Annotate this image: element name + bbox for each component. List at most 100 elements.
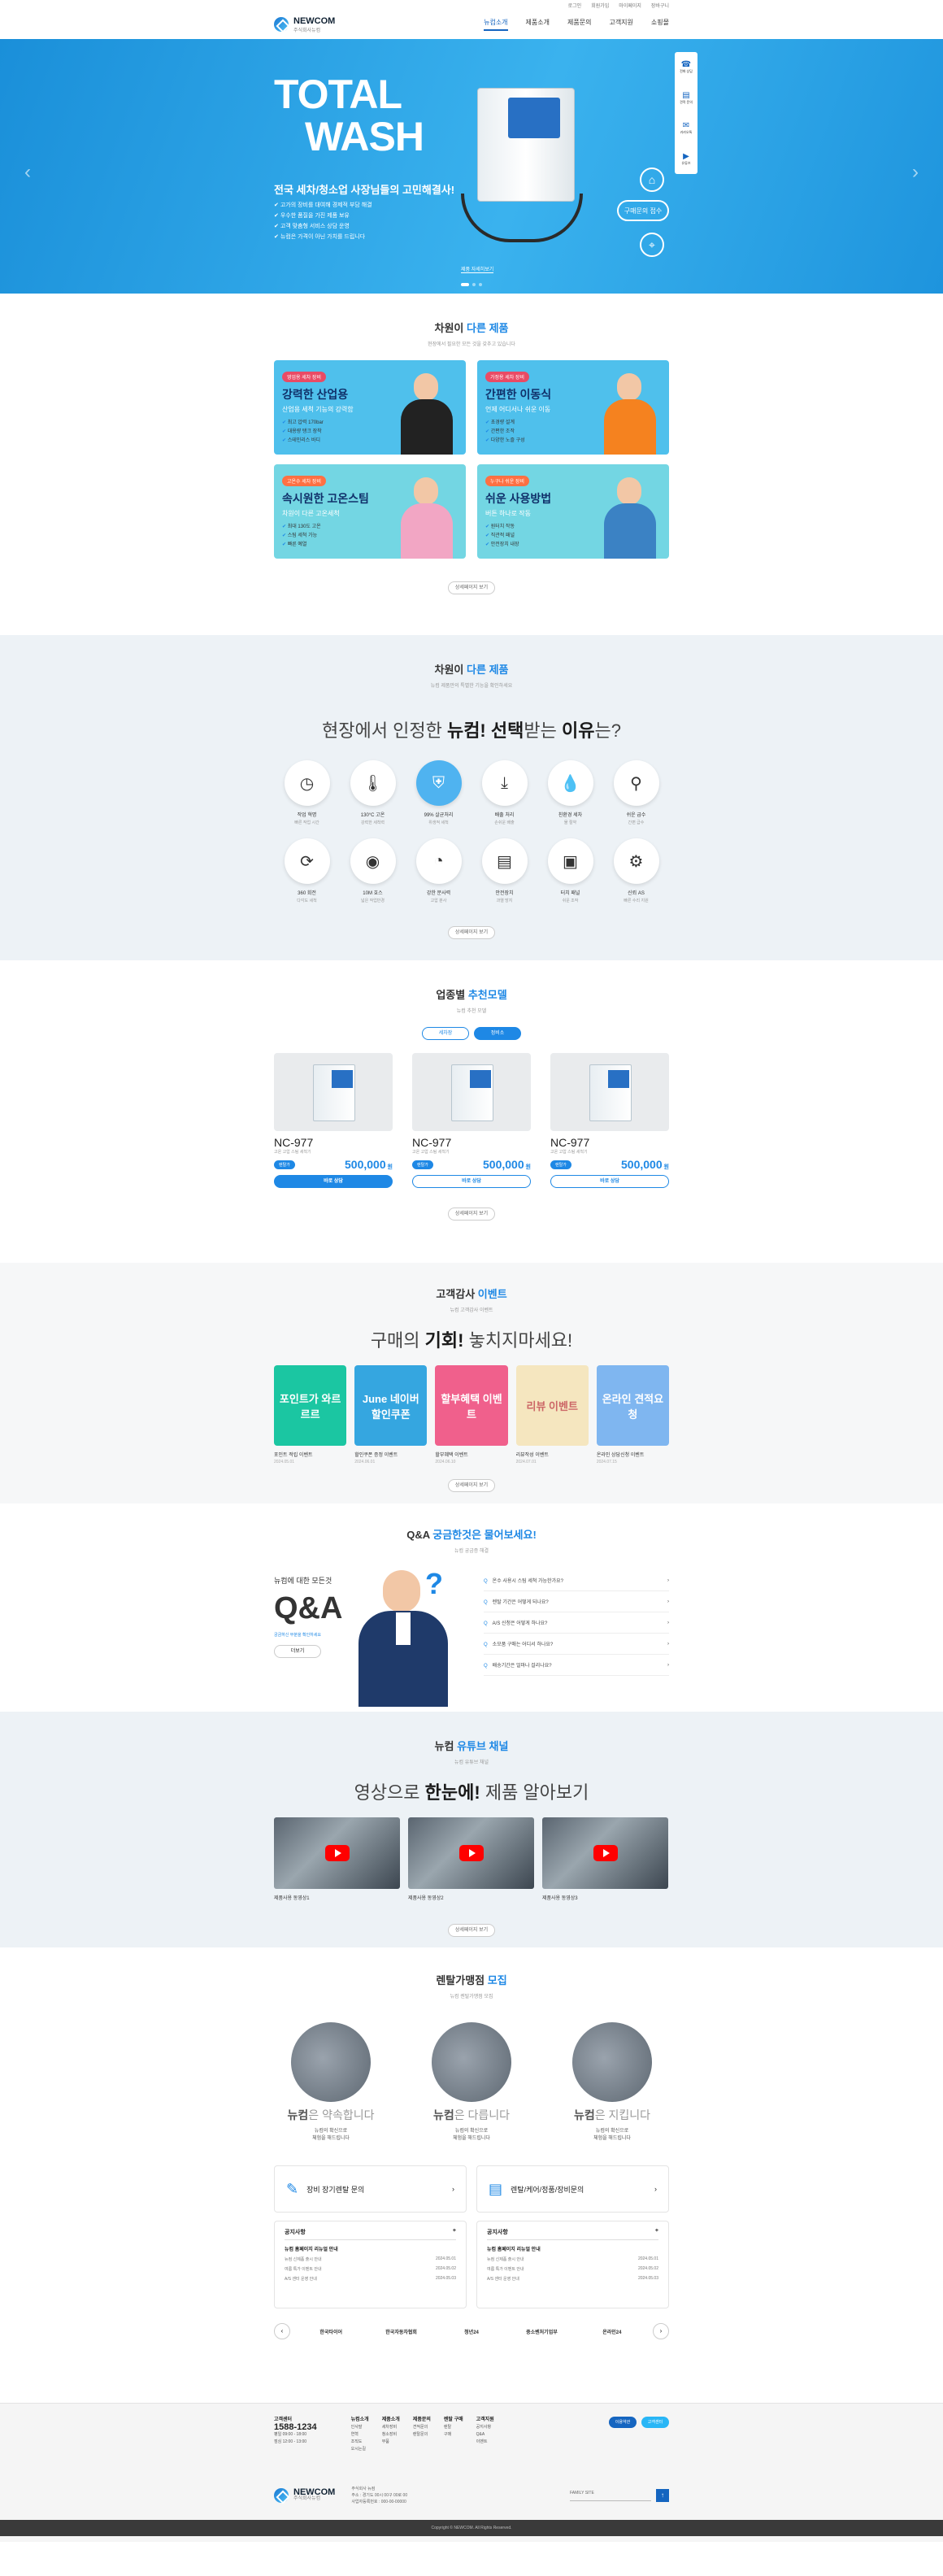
partner-logo[interactable]: 청년24 (439, 2321, 504, 2341)
home-icon[interactable]: ⌂ (640, 168, 664, 192)
notice-row[interactable]: 여름 특가 이벤트 안내 2024.05.02 (487, 2266, 658, 2272)
footer-link[interactable]: 렌탈 (444, 2424, 463, 2431)
footer-link[interactable]: 오시는길 (351, 2446, 369, 2453)
buy-inquiry-button[interactable]: 구매문의 접수 (617, 200, 669, 221)
qna-item[interactable]: Q 소모품 구매는 어디서 하나요? › (484, 1634, 669, 1655)
menu-item[interactable]: 제품소개 (526, 18, 550, 31)
play-icon[interactable] (325, 1845, 350, 1861)
qna-item[interactable]: Q A/S 신청은 어떻게 하나요? › (484, 1612, 669, 1634)
company-address: 주소 : 경기도 00시 00구 00로 00 (351, 2493, 408, 2498)
event-card[interactable]: June 네이버 할인쿠폰 할인쿠폰 증정 이벤트 2024.06.01 (354, 1365, 428, 1464)
consult-button[interactable]: 바로 상담 (274, 1175, 393, 1188)
plus-icon[interactable]: + (655, 2228, 658, 2236)
family-site-select[interactable]: FAMILY SITE (570, 2490, 651, 2501)
video-more-button[interactable]: 상세페이지 보기 (448, 1924, 495, 1937)
feature-desc: 간편 급수 (628, 820, 645, 825)
event-card[interactable]: 온라인 견적요청 온라인 상담신청 이벤트 2024.07.15 (596, 1365, 670, 1464)
qna-item[interactable]: Q 온수 사용시 스팀 세척 가능한가요? › (484, 1570, 669, 1591)
footer-col-title[interactable]: 제품문의 (413, 2417, 431, 2424)
footer-col-title[interactable]: 제품소개 (382, 2417, 400, 2424)
next-arrow-icon[interactable]: › (912, 161, 919, 184)
product-card[interactable]: 영업용 세차 장비강력한 산업용산업용 세척 기능의 강력함최고 압력 170b… (274, 360, 466, 455)
qna-item[interactable]: Q 렌탈 기간은 어떻게 되나요? › (484, 1591, 669, 1612)
play-icon[interactable] (593, 1845, 618, 1861)
partner-logo[interactable]: 중소벤처기업부 (509, 2321, 574, 2341)
footer-link[interactable]: 인사말 (351, 2424, 369, 2431)
util-link[interactable]: 마이페이지 (619, 2, 641, 9)
util-link[interactable]: 로그인 (568, 2, 582, 9)
recommend-tab[interactable]: 세차장 (422, 1027, 469, 1040)
footer-col-title[interactable]: 뉴컴소개 (351, 2417, 369, 2424)
util-link[interactable]: 회원가입 (591, 2, 609, 9)
prev-arrow-icon[interactable]: ‹ (24, 161, 31, 184)
slider-dots[interactable] (461, 283, 482, 286)
video-card[interactable]: 제품사용 동영상2 (408, 1817, 534, 1901)
quick-item[interactable]: ▶ 유튜브 (681, 152, 690, 166)
recommend-card[interactable]: NC-977 고온 고압 스팀 세척기 렌탈가 500,000 원 바로 상담 (412, 1053, 531, 1188)
partner-prev-icon[interactable]: ‹ (274, 2323, 290, 2339)
terms-button[interactable]: 이용약관 (609, 2417, 637, 2428)
product-card[interactable]: 누구나 쉬운 장비쉬운 사용방법버튼 하나로 작동원터치 작동직관적 패널안전장… (477, 464, 669, 559)
product-card[interactable]: 가정용 세차 장비간편한 이동식언제 어디서나 쉬운 이동초경량 설계간편한 조… (477, 360, 669, 455)
support-button[interactable]: 고객센터 (641, 2417, 669, 2428)
qna-item[interactable]: Q 배송기간은 얼마나 걸리나요? › (484, 1655, 669, 1676)
events-more-button[interactable]: 상세페이지 보기 (448, 1479, 495, 1492)
footer-link[interactable]: Q&A (476, 2431, 494, 2439)
footer-link[interactable]: 조직도 (351, 2439, 369, 2446)
menu-item[interactable]: 쇼핑몰 (651, 18, 669, 31)
quick-item[interactable]: ✉ 카카오톡 (680, 121, 693, 135)
footer-link[interactable]: 구매 (444, 2431, 463, 2439)
menu-item[interactable]: 고객지원 (609, 18, 632, 31)
footer-link[interactable]: 세차장비 (382, 2424, 400, 2431)
notice-headline[interactable]: 뉴컴 홈페이지 리뉴얼 안내 (285, 2245, 456, 2252)
partner-logo[interactable]: 한국자동차협회 (368, 2321, 433, 2341)
quick-item[interactable]: ☎ 전화 상담 (680, 60, 693, 74)
notice-row[interactable]: 뉴컴 신제품 출시 안내 2024.05.01 (487, 2256, 658, 2262)
event-card[interactable]: 할부혜택 이벤트 할부혜택 이벤트 2024.06.10 (435, 1365, 508, 1464)
footer-link[interactable]: 연혁 (351, 2431, 369, 2439)
footer-link[interactable]: 이벤트 (476, 2439, 494, 2446)
notice-row[interactable]: 여름 특가 이벤트 안내 2024.05.02 (285, 2266, 456, 2272)
recommend-card[interactable]: NC-977 고온 고압 스팀 세척기 렌탈가 500,000 원 바로 상담 (550, 1053, 669, 1188)
scroll-top-icon[interactable]: ↑ (656, 2489, 669, 2502)
video-card[interactable]: 제품사용 동영상1 (274, 1817, 400, 1901)
care-inquiry[interactable]: ▤ 렌탈/케어/정품/장비문의 › (476, 2165, 669, 2213)
footer-logo[interactable]: NEWCOM 주식회사뉴컴 (274, 2488, 335, 2503)
footer-col-title[interactable]: 렌탈 구매 (444, 2417, 463, 2424)
logo[interactable]: NEWCOM 주식회사뉴컴 (274, 16, 335, 33)
footer-link[interactable]: 렌탈문의 (413, 2431, 431, 2439)
footer-link[interactable]: 공지사항 (476, 2424, 494, 2431)
consult-button[interactable]: 바로 상담 (550, 1175, 669, 1188)
consult-button[interactable]: 바로 상담 (412, 1175, 531, 1188)
partner-logo[interactable]: 온라인24 (580, 2321, 645, 2341)
notice-headline[interactable]: 뉴컴 홈페이지 리뉴얼 안내 (487, 2245, 658, 2252)
menu-item[interactable]: 뉴컴소개 (484, 18, 508, 31)
menu-item[interactable]: 제품문의 (567, 18, 591, 31)
features-more-button[interactable]: 상세페이지 보기 (448, 926, 495, 939)
notice-row[interactable]: A/S 센터 운영 안내 2024.05.03 (487, 2276, 658, 2282)
plus-icon[interactable]: + (453, 2228, 456, 2236)
footer-col-title[interactable]: 고객지원 (476, 2417, 494, 2424)
video-card[interactable]: 제품사용 동영상3 (542, 1817, 668, 1901)
product-more-button[interactable]: 상세페이지 보기 (448, 581, 495, 594)
event-card[interactable]: 리뷰 이벤트 리뷰작성 이벤트 2024.07.01 (515, 1365, 589, 1464)
footer-link[interactable]: 청소장비 (382, 2431, 400, 2439)
partner-logo[interactable]: 한국타이어 (298, 2321, 363, 2341)
recommend-card[interactable]: NC-977 고온 고압 스팀 세척기 렌탈가 500,000 원 바로 상담 (274, 1053, 393, 1188)
partner-next-icon[interactable]: › (653, 2323, 669, 2339)
long-rental-inquiry[interactable]: ✎ 장비 장기렌탈 문의 › (274, 2165, 467, 2213)
hero-more-link[interactable]: 제품 자세히보기 (461, 265, 494, 273)
recommend-tab[interactable]: 정비소 (474, 1027, 521, 1040)
footer-link[interactable]: 부품 (382, 2439, 400, 2446)
notice-row[interactable]: A/S 센터 운영 안내 2024.05.03 (285, 2276, 456, 2282)
quick-item[interactable]: ▤ 견적 문의 (680, 91, 693, 105)
qna-more-button[interactable]: 더보기 (274, 1645, 321, 1658)
footer-link[interactable]: 견적문의 (413, 2424, 431, 2431)
recommend-more-button[interactable]: 상세페이지 보기 (448, 1208, 495, 1221)
event-card[interactable]: 포인트가 와르르르 포인트 적립 이벤트 2024.05.01 (274, 1365, 347, 1464)
notice-row[interactable]: 뉴컴 신제품 출시 안내 2024.05.01 (285, 2256, 456, 2262)
util-link[interactable]: 장바구니 (651, 2, 669, 9)
play-icon[interactable] (459, 1845, 484, 1861)
product-card[interactable]: 고온수 세차 장비속시원한 고온스팀차원이 다른 고온세척최대 130도 고온스… (274, 464, 466, 559)
location-icon[interactable]: ⌖ (640, 233, 664, 257)
